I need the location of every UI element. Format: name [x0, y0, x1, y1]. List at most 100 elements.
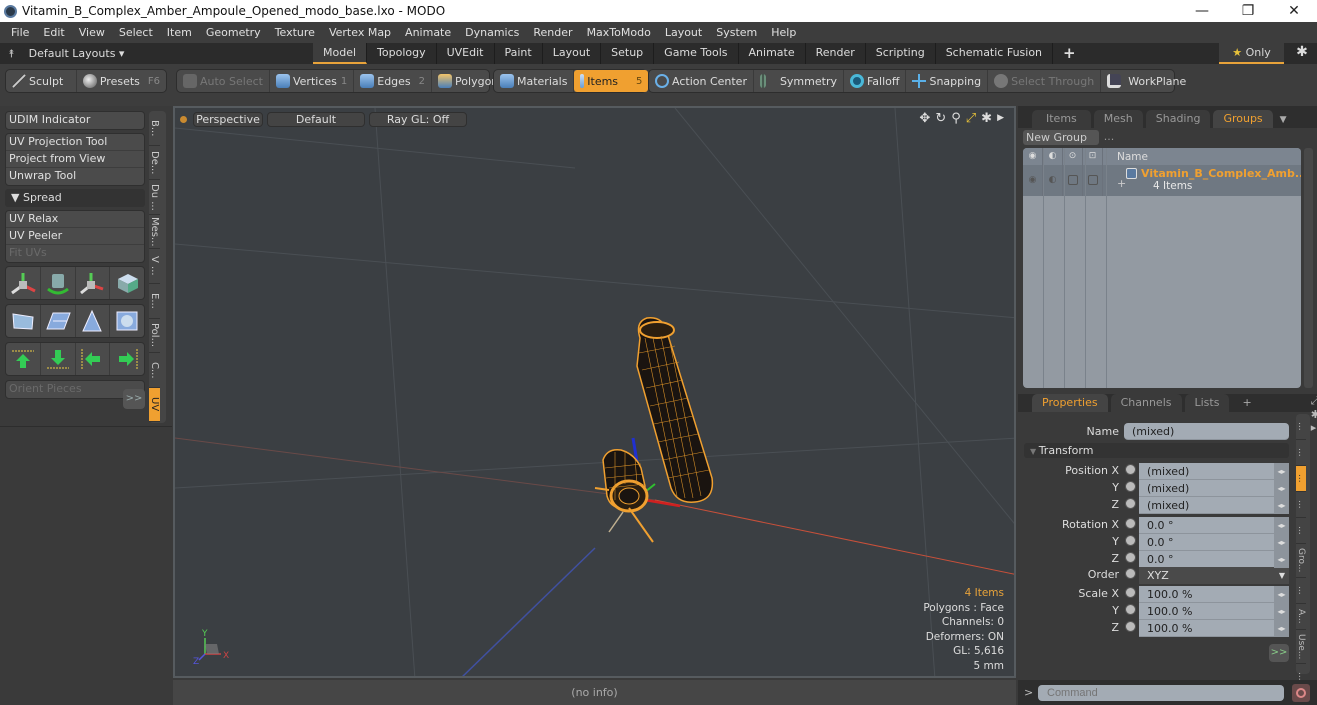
gear-icon[interactable]: ✱ [1292, 44, 1312, 64]
scale-x-field[interactable]: 100.0 % [1139, 586, 1274, 603]
menu-help[interactable]: Help [764, 26, 803, 39]
zoom-icon[interactable]: ⚲ [951, 111, 961, 126]
add-panel-tab-button[interactable]: + [1232, 394, 1261, 412]
vtab-basic[interactable]: B... [149, 111, 160, 146]
tab-channels[interactable]: Channels [1110, 394, 1182, 412]
close-button[interactable]: ✕ [1271, 3, 1317, 19]
row-visibility-icon[interactable]: ◉ [1023, 165, 1043, 196]
row-lock-toggle[interactable] [1063, 165, 1083, 196]
uv-rotate-icon[interactable] [41, 267, 76, 299]
command-input[interactable] [1038, 684, 1284, 701]
scale-y-keyframe-toggle[interactable] [1125, 604, 1136, 615]
uv-planar-icon[interactable] [41, 305, 76, 337]
materials-button[interactable]: Materials [494, 70, 575, 92]
visibility-column-icon[interactable]: ◉ [1023, 148, 1043, 165]
rotation-z-keyframe-toggle[interactable] [1125, 552, 1136, 563]
tab-setup[interactable]: Setup [601, 43, 655, 64]
tab-properties[interactable]: Properties [1032, 394, 1108, 412]
uv-relax-button[interactable]: UV Relax [6, 211, 144, 228]
3d-viewport[interactable]: Y X Z Perspective Default Ray GL: Off ✥ … [173, 106, 1016, 678]
tab-uvedit[interactable]: UVEdit [437, 43, 495, 64]
rotation-x-keyframe-toggle[interactable] [1125, 518, 1136, 529]
lock-column-icon[interactable]: ⊙ [1063, 148, 1083, 165]
align-bottom-icon[interactable] [41, 343, 76, 375]
menu-texture[interactable]: Texture [268, 26, 322, 39]
groups-scrollbar[interactable] [1304, 148, 1313, 388]
tab-schematic-fusion[interactable]: Schematic Fusion [936, 43, 1054, 64]
position-x-keyframe-toggle[interactable] [1125, 464, 1136, 475]
uv-scale-icon[interactable] [76, 267, 111, 299]
uv-projection-tool-button[interactable]: UV Projection Tool [6, 134, 144, 151]
select-through-button[interactable]: Select Through [988, 70, 1102, 92]
action-center-button[interactable]: Action Center [649, 70, 754, 92]
vtab-props-1[interactable]: ... [1296, 414, 1306, 440]
position-z-field[interactable]: (mixed) [1139, 497, 1274, 514]
sculpt-button[interactable]: Sculpt [6, 70, 77, 92]
menu-item[interactable]: Item [160, 26, 199, 39]
vtab-props-4[interactable]: ... [1296, 492, 1306, 518]
vtab-props-2[interactable]: ... [1296, 440, 1306, 466]
position-y-keyframe-toggle[interactable] [1125, 481, 1136, 492]
add-tab-button[interactable]: + [1053, 43, 1086, 64]
symmetry-button[interactable]: Symmetry [754, 70, 844, 92]
auto-select-button[interactable]: Auto Select [177, 70, 270, 92]
expand-arrow-icon[interactable]: ▶ [997, 111, 1004, 126]
vtab-duplicate[interactable]: Du ... [149, 180, 160, 215]
vtab-vertex[interactable]: V ... [149, 249, 160, 284]
rotation-y-field[interactable]: 0.0 ° [1139, 534, 1274, 551]
menu-dynamics[interactable]: Dynamics [458, 26, 526, 39]
menu-render[interactable]: Render [526, 26, 579, 39]
tab-game-tools[interactable]: Game Tools [654, 43, 739, 64]
vtab-deform[interactable]: De... [149, 146, 160, 181]
workplane-button[interactable]: WorkPlane [1101, 70, 1192, 92]
align-left-icon[interactable] [76, 343, 111, 375]
uv-mirror-icon[interactable] [110, 267, 144, 299]
tab-shading[interactable]: Shading [1145, 110, 1211, 128]
collapse-arrow-icon[interactable]: ⯭ [8, 47, 15, 61]
vtab-groups[interactable]: Gro... [1296, 544, 1306, 578]
vtab-props-3[interactable]: ... [1296, 466, 1306, 492]
row-render-icon[interactable]: ◐ [1043, 165, 1063, 196]
default-layouts-dropdown[interactable]: ⯭ Default Layouts ▾ [0, 47, 313, 61]
uv-move-icon[interactable] [6, 267, 41, 299]
menu-view[interactable]: View [72, 26, 112, 39]
menu-geometry[interactable]: Geometry [199, 26, 268, 39]
scale-z-field[interactable]: 100.0 % [1139, 620, 1274, 637]
tabs-dropdown-icon[interactable]: ▼ [1280, 115, 1287, 125]
vtab-user[interactable]: Use... [1296, 630, 1306, 664]
position-z-keyframe-toggle[interactable] [1125, 498, 1136, 509]
tab-lists[interactable]: Lists [1184, 394, 1230, 412]
select-column-icon[interactable]: ⊡ [1083, 148, 1103, 165]
unwrap-tool-button[interactable]: Unwrap Tool [6, 168, 144, 185]
tab-mesh[interactable]: Mesh ... [1093, 110, 1143, 143]
orbit-icon[interactable]: ↻ [935, 111, 946, 126]
only-button[interactable]: ★ Only [1219, 43, 1284, 64]
group-name[interactable]: Vitamin_B_Complex_Amb... [1141, 167, 1301, 180]
fit-uvs-button[interactable]: Fit UVs [6, 245, 144, 262]
rotation-y-keyframe-toggle[interactable] [1125, 535, 1136, 546]
menu-vertex-map[interactable]: Vertex Map [322, 26, 398, 39]
vtab-props-7[interactable]: ... [1296, 578, 1306, 604]
record-macro-button[interactable] [1292, 683, 1310, 702]
rotation-slider-handles[interactable]: ◂▸ ◂▸ ◂▸ [1274, 517, 1289, 568]
position-y-field[interactable]: (mixed) [1139, 480, 1274, 497]
menu-system[interactable]: System [709, 26, 764, 39]
more-properties-button[interactable]: >> [1269, 644, 1289, 662]
vtab-props-5[interactable]: ... [1296, 518, 1306, 544]
viewport-settings-icon[interactable]: ✱ [981, 111, 992, 126]
viewport-menu-dot[interactable] [180, 115, 187, 123]
project-from-view-button[interactable]: Project from View [6, 151, 144, 168]
tab-scripting[interactable]: Scripting [866, 43, 936, 64]
presets-button[interactable]: Presets F6 [77, 70, 166, 92]
tab-topology[interactable]: Topology [367, 43, 437, 64]
tab-paint[interactable]: Paint [495, 43, 543, 64]
row-select-toggle[interactable] [1083, 165, 1103, 196]
tab-items[interactable]: Items [1032, 110, 1091, 128]
rotation-z-field[interactable]: 0.0 ° [1139, 551, 1274, 568]
rotation-x-field[interactable]: 0.0 ° [1139, 517, 1274, 534]
minimize-button[interactable]: — [1179, 3, 1225, 19]
order-dropdown[interactable]: XYZ ▼ [1139, 567, 1289, 584]
menu-layout[interactable]: Layout [658, 26, 709, 39]
spread-section-toggle[interactable]: ▼ Spread [5, 189, 145, 207]
menu-edit[interactable]: Edit [36, 26, 71, 39]
